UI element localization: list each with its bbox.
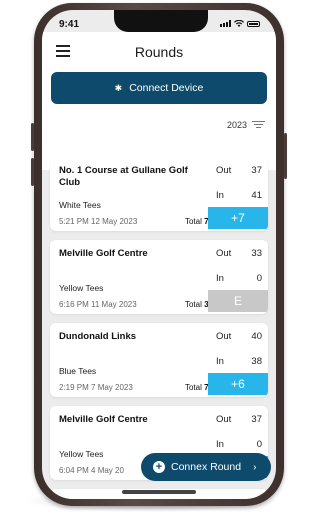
connex-round-button[interactable]: + Connex Round › — [141, 453, 271, 481]
round-datetime: 6:16 PM 11 May 2023 — [59, 300, 137, 309]
out-score: Out 37 — [216, 414, 262, 425]
in-score: In 38 — [216, 356, 262, 367]
round-card[interactable]: Melville Golf Centre Out 33 In 0 Yellow Te… — [50, 240, 268, 314]
status-icons — [220, 20, 260, 27]
score-badge: E — [208, 290, 268, 312]
home-indicator — [122, 490, 196, 494]
out-score: Out 37 — [216, 165, 262, 176]
round-card[interactable]: No. 1 Course at Gullane Golf Club Out 37 … — [50, 157, 268, 231]
course-name: Dundonald Links — [59, 331, 137, 342]
status-time: 9:41 — [59, 19, 80, 30]
power-button — [284, 133, 287, 179]
phone-frame: 9:41 Rounds ✱ Connect Device 2023 No. 1 … — [31, 3, 287, 506]
out-score: Out 33 — [216, 248, 262, 259]
connect-section: ✱ Connect Device 2023 — [42, 70, 276, 170]
volume-button — [31, 123, 34, 151]
course-name: Melville Golf Centre — [59, 414, 148, 425]
tees-label: White Tees — [59, 200, 101, 210]
plus-icon: + — [153, 461, 165, 473]
volume-button — [31, 158, 34, 186]
round-datetime: 5:21 PM 12 May 2023 — [59, 217, 138, 226]
device-mockup: 9:41 Rounds ✱ Connect Device 2023 No. 1 … — [0, 0, 291, 520]
year-filter[interactable]: 2023 — [227, 120, 265, 130]
year-label: 2023 — [226, 120, 247, 130]
tees-label: Yellow Tees — [59, 449, 104, 459]
score-badge: +7 — [208, 207, 268, 229]
connex-round-label: Connex Round — [171, 461, 242, 473]
in-score: In 41 — [216, 190, 262, 201]
wifi-icon — [234, 20, 244, 27]
tees-label: Yellow Tees — [59, 283, 104, 293]
course-name: No. 1 Course at Gullane Golf Club — [59, 165, 188, 188]
course-name: Melville Golf Centre — [59, 248, 148, 259]
signal-icon — [220, 20, 231, 27]
notch — [114, 10, 208, 32]
app-header: Rounds — [42, 32, 276, 70]
round-card[interactable]: Dundonald Links Out 40 In 38 Blue Tees 2:1… — [50, 323, 268, 397]
out-score: Out 40 — [216, 331, 262, 342]
filter-icon[interactable] — [252, 121, 265, 129]
page-title: Rounds — [134, 44, 184, 60]
app-screen: 9:41 Rounds ✱ Connect Device 2023 No. 1 … — [42, 10, 276, 499]
score-badge: +6 — [208, 373, 268, 395]
in-score: In 0 — [216, 273, 262, 284]
connect-device-label: Connect Device — [129, 82, 204, 94]
battery-icon — [247, 20, 260, 27]
chevron-right-icon: › — [253, 461, 257, 473]
tees-label: Blue Tees — [59, 366, 97, 376]
connect-device-button[interactable]: ✱ Connect Device — [51, 72, 267, 104]
round-datetime: 6:04 PM 4 May 20 — [59, 466, 124, 475]
in-score: In 0 — [216, 439, 262, 450]
bluetooth-icon: ✱ — [114, 82, 123, 93]
round-datetime: 2:19 PM 7 May 2023 — [59, 383, 133, 392]
